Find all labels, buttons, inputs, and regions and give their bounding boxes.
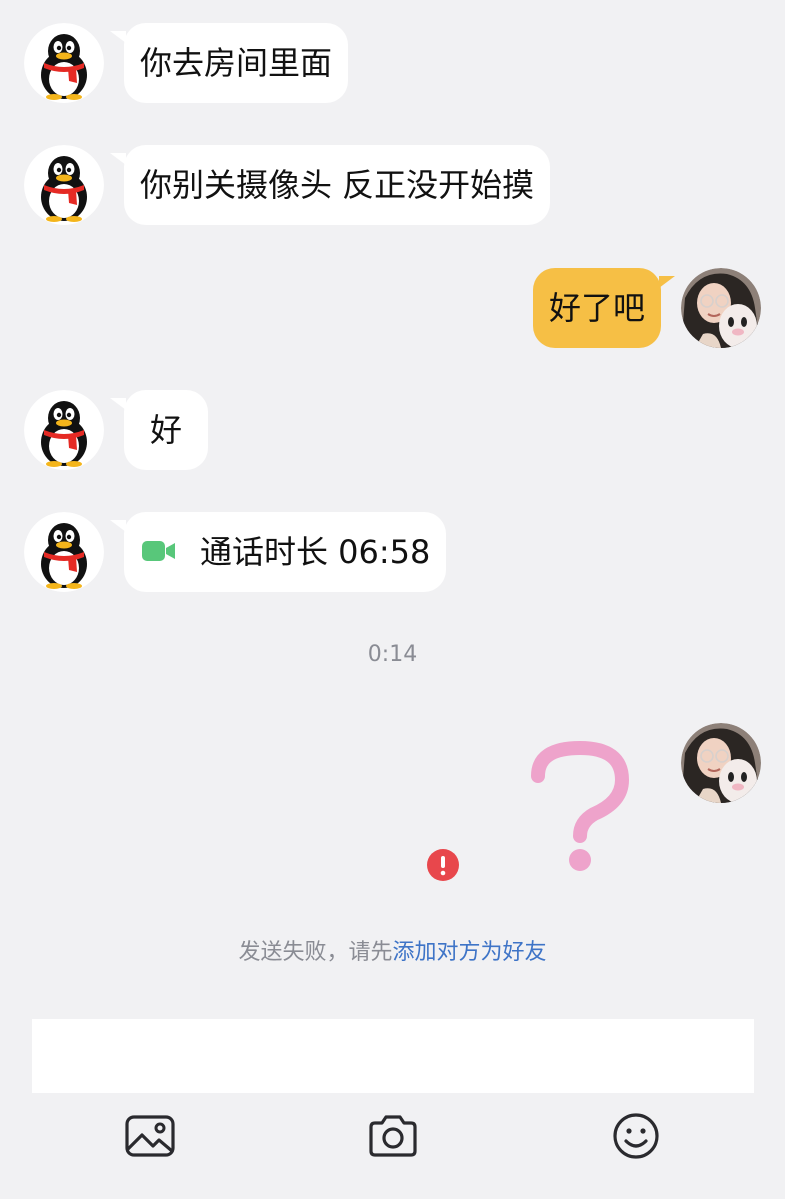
message-input[interactable] — [32, 1019, 754, 1093]
penguin-avatar-icon — [24, 23, 104, 103]
message-text: 好了吧 — [548, 289, 645, 327]
message-timestamp: 0:14 — [367, 642, 418, 667]
message-text: 你别关摄像头 反正没开始摸 — [140, 166, 535, 204]
message-bubble-sent[interactable]: 好了吧 — [532, 268, 676, 348]
message-text: 好 — [150, 411, 183, 449]
contact-avatar[interactable] — [24, 145, 104, 225]
penguin-avatar-icon — [24, 390, 104, 470]
penguin-avatar-icon — [24, 145, 104, 225]
message-bubble-received[interactable]: 你别关摄像头 反正没开始摸 — [109, 145, 551, 225]
message-text: 你去房间里面 — [140, 44, 333, 82]
contact-avatar[interactable] — [24, 390, 104, 470]
send-failed-error-icon[interactable] — [427, 849, 459, 881]
penguin-avatar-icon — [24, 512, 104, 592]
question-mark-sticker[interactable] — [528, 740, 632, 874]
image-icon[interactable] — [125, 1113, 175, 1159]
send-failed-notice: 发送失败，请先添加对方为好友 — [0, 934, 785, 966]
message-bubble-received[interactable]: 你去房间里面 — [109, 23, 349, 103]
message-bubble-received[interactable]: 好 — [109, 390, 209, 470]
user-avatar[interactable] — [681, 723, 761, 803]
call-duration-text: 通话时长 06:58 — [200, 533, 431, 571]
add-friend-link[interactable]: 添加对方为好友 — [393, 940, 547, 965]
camera-icon[interactable] — [368, 1113, 418, 1159]
emoji-icon[interactable] — [611, 1113, 661, 1159]
user-photo-avatar — [681, 723, 761, 803]
video-call-record-bubble[interactable]: 通话时长 06:58 — [109, 512, 447, 592]
contact-avatar[interactable] — [24, 23, 104, 103]
contact-avatar[interactable] — [24, 512, 104, 592]
user-photo-avatar — [681, 268, 761, 348]
send-failed-text: 发送失败，请先 — [238, 940, 393, 965]
user-avatar[interactable] — [681, 268, 761, 348]
video-camera-icon — [142, 541, 175, 561]
